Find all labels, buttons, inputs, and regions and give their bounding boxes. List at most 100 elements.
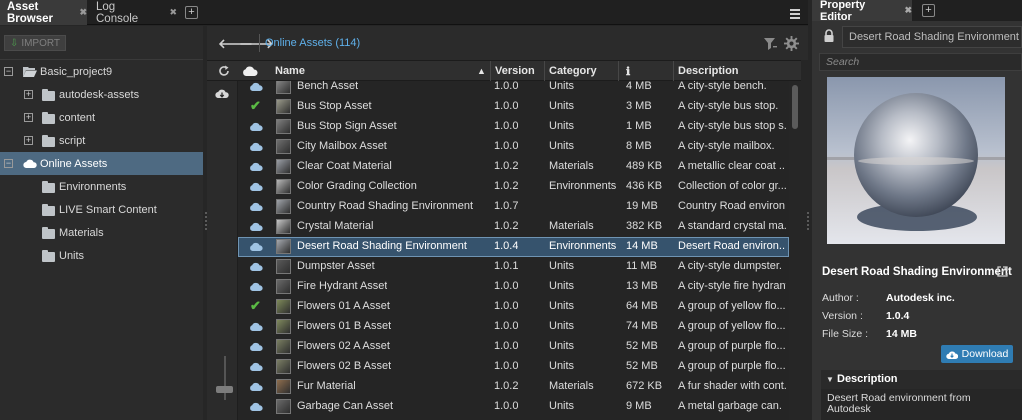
sort-ascending-icon[interactable]: ▲ [477, 66, 486, 76]
version-label: Version : [822, 310, 863, 322]
cloud-status-icon[interactable] [249, 82, 263, 91]
expand-icon[interactable]: + [24, 90, 33, 99]
tree-item-label: Environments [59, 180, 127, 193]
thumbnail-size-slider-track[interactable] [224, 356, 226, 400]
table-row[interactable]: Fur Material 1.0.2 Materials 672 KB A fur sh… [238, 377, 789, 397]
column-header-description[interactable]: Description [678, 65, 739, 77]
scrollbar-thumb[interactable] [792, 85, 798, 129]
cloud-status-icon[interactable] [249, 362, 263, 371]
thumbnail-size-slider-handle[interactable] [216, 386, 233, 393]
tree-item[interactable]: Environments [0, 175, 203, 198]
tree-item[interactable]: Units [0, 244, 203, 267]
collapse-icon[interactable]: − [4, 159, 13, 168]
table-row[interactable]: Fire Hydrant Asset 1.0.0 Units 13 MB A city-… [238, 277, 789, 297]
cloud-header-icon[interactable] [242, 66, 258, 76]
asset-version: 1.0.0 [494, 120, 519, 132]
cloud-status-icon[interactable] [249, 222, 263, 231]
tree-item[interactable]: + content [0, 106, 203, 129]
collapse-icon[interactable]: − [4, 67, 13, 76]
asset-description: A city-style fire hydrant. [678, 280, 786, 292]
asset-description: A metal garbage can. [678, 400, 782, 412]
cloud-download-icon[interactable] [215, 88, 229, 101]
lock-icon[interactable] [824, 29, 834, 42]
tree-item[interactable]: + autodesk-assets [0, 83, 203, 106]
cloud-status-icon[interactable] [249, 282, 263, 291]
asset-title: Desert Road Shading Environment [822, 266, 1012, 278]
column-divider[interactable] [490, 61, 491, 81]
asset-description: Desert Road environ... [678, 240, 786, 252]
asset-name-field[interactable]: Desert Road Shading Environment [842, 26, 1022, 48]
tree-item[interactable]: LIVE Smart Content [0, 198, 203, 221]
tab-log-console[interactable]: Log Console ✖ [89, 0, 177, 25]
cloud-status-icon[interactable] [249, 262, 263, 271]
table-row[interactable]: Flowers 02 A Asset 1.0.0 Units 52 MB A group… [238, 337, 789, 357]
asset-category: Units [549, 140, 575, 152]
close-icon[interactable]: ✖ [904, 5, 912, 16]
asset-description: Country Road environ... [678, 200, 786, 212]
add-tab-icon[interactable]: + [185, 6, 198, 19]
table-row[interactable]: Bus Stop Sign Asset 1.0.0 Units 1 MB A city-… [238, 117, 789, 137]
tab-asset-browser[interactable]: Asset Browser ✖ [0, 0, 87, 25]
table-row[interactable]: Color Grading Collection 1.0.2 Environment… [238, 177, 789, 197]
filter-icon[interactable] [764, 38, 777, 50]
table-row[interactable]: Dumpster Asset 1.0.1 Units 11 MB A city-styl… [238, 257, 789, 277]
cloud-status-icon[interactable] [249, 182, 263, 191]
external-link-icon[interactable] [997, 266, 1008, 277]
asset-version: 1.0.0 [494, 100, 519, 112]
cloud-status-icon[interactable] [249, 382, 263, 391]
column-header-version[interactable]: Version [495, 65, 535, 77]
splitter-handle[interactable] [807, 212, 809, 232]
collapse-icon[interactable]: ▼ [826, 370, 834, 389]
column-divider[interactable] [673, 61, 674, 81]
tab-property-editor[interactable]: Property Editor ✖ [812, 0, 912, 23]
description-section-header[interactable]: ▼ Description [821, 370, 1022, 389]
menu-icon[interactable] [790, 9, 800, 21]
cloud-status-icon[interactable] [249, 402, 263, 411]
property-search-input[interactable]: Search [819, 53, 1022, 71]
gear-icon[interactable] [784, 36, 799, 51]
cloud-status-icon[interactable] [249, 122, 263, 131]
asset-table-scrollbar[interactable] [789, 81, 801, 420]
asset-thumbnail [276, 319, 291, 334]
table-row[interactable]: Country Road Shading Environment 1.0.7 19 … [238, 197, 789, 217]
expand-icon[interactable]: + [24, 113, 33, 122]
table-row[interactable]: ✔ Bus Stop Asset 1.0.0 Units 3 MB A city-styl… [238, 97, 789, 117]
table-row[interactable]: City Mailbox Asset 1.0.0 Units 8 MB A city-s… [238, 137, 789, 157]
cloud-status-icon[interactable] [249, 162, 263, 171]
add-tab-icon[interactable]: + [922, 4, 935, 17]
tree-item-label: Units [59, 249, 85, 262]
column-header-size-info-icon[interactable]: ℹ [626, 65, 630, 78]
download-button[interactable]: Download [941, 345, 1013, 363]
refresh-icon[interactable] [218, 65, 230, 77]
tree-item[interactable]: Materials [0, 221, 203, 244]
asset-thumbnail [276, 159, 291, 174]
table-row[interactable]: ✔ Flowers 01 A Asset 1.0.0 Units 64 MB A grou… [238, 297, 789, 317]
column-header-category[interactable]: Category [549, 65, 597, 77]
table-row[interactable]: Desert Road Shading Environment 1.0.4 Envi… [238, 237, 789, 257]
column-divider[interactable] [544, 61, 545, 81]
tree-item[interactable]: − Basic_project9 [0, 60, 203, 83]
table-row[interactable]: Flowers 01 B Asset 1.0.0 Units 74 MB A group… [238, 317, 789, 337]
tree-item[interactable]: − Online Assets [0, 152, 203, 175]
column-divider[interactable] [618, 61, 619, 81]
table-row[interactable]: Crystal Material 1.0.2 Materials 382 KB A st… [238, 217, 789, 237]
cloud-status-icon[interactable] [249, 202, 263, 211]
expand-icon[interactable]: + [24, 136, 33, 145]
column-header-name[interactable]: Name [275, 65, 305, 77]
asset-name: Bus Stop Asset [297, 100, 372, 112]
table-row[interactable]: Bench Asset 1.0.0 Units 4 MB A city-style be… [238, 81, 789, 97]
table-row[interactable]: Flowers 02 B Asset 1.0.0 Units 52 MB A group… [238, 357, 789, 377]
breadcrumb[interactable]: Online Assets (114) [265, 37, 360, 49]
import-button[interactable]: ⇩ IMPORT [4, 35, 66, 51]
asset-name: Fire Hydrant Asset [297, 280, 388, 292]
import-button-label: IMPORT [21, 37, 61, 49]
tree-item[interactable]: + script [0, 129, 203, 152]
cloud-status-icon[interactable] [249, 142, 263, 151]
table-row[interactable]: Garbage Can Asset 1.0.0 Units 9 MB A metal g… [238, 397, 789, 417]
close-icon[interactable]: ✖ [79, 7, 87, 18]
cloud-status-icon[interactable] [249, 242, 263, 251]
cloud-status-icon[interactable] [249, 342, 263, 351]
table-row[interactable]: Clear Coat Material 1.0.2 Materials 489 KB A… [238, 157, 789, 177]
cloud-status-icon[interactable] [249, 322, 263, 331]
close-icon[interactable]: ✖ [169, 7, 177, 18]
